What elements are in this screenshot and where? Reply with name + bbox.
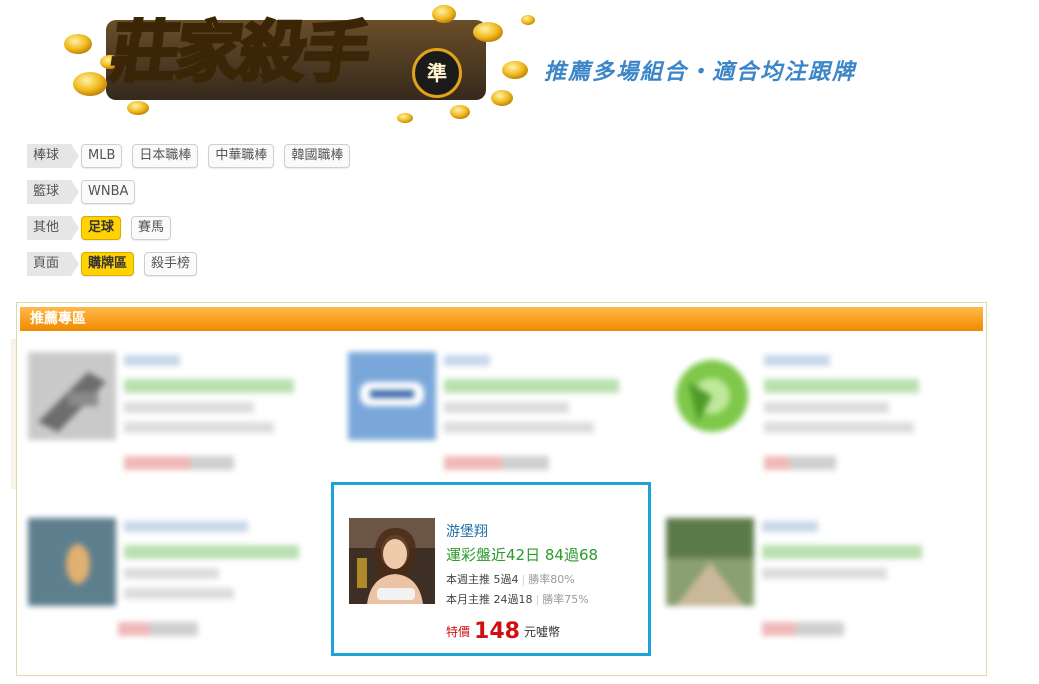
blurred-price	[762, 622, 844, 636]
filter-row-page: 頁面 購牌區 殺手榜	[27, 252, 360, 276]
monthly-stats: 本月主推 24過18 | 勝率75%	[446, 591, 589, 607]
stat-divider: |	[535, 593, 540, 606]
blurred-tipster-card[interactable]	[668, 352, 968, 502]
blurred-week	[762, 568, 887, 579]
filter-category-label: 其他	[27, 216, 80, 240]
blurred-record	[124, 379, 294, 393]
filter-category-label: 頁面	[27, 252, 80, 276]
blurred-record	[124, 545, 299, 559]
blurred-tipster-card[interactable]	[666, 518, 966, 668]
monthly-win-rate: 勝率75%	[542, 593, 589, 606]
price-value: 148	[474, 619, 520, 644]
site-logo[interactable]: 莊家殺手 準	[60, 0, 540, 126]
price-unit: 元噓幣	[523, 625, 560, 639]
filter-option-soccer[interactable]: 足球	[81, 216, 122, 240]
blurred-price	[444, 456, 549, 470]
recommend-title: 推薦專區	[30, 311, 86, 327]
price-label: 特價	[446, 625, 471, 639]
filter-category-label: 籃球	[27, 180, 80, 204]
blurred-tipster-card[interactable]	[28, 352, 328, 502]
tipster-avatar	[28, 352, 116, 440]
recommend-header-bar: 推薦專區	[20, 307, 983, 331]
blurred-month	[124, 588, 234, 599]
blurred-name	[762, 521, 818, 532]
featured-tipster-card[interactable]: 游堡翔 運彩盤近42日 84過68 本週主推 5過4 | 勝率80% 本月主推 24…	[331, 482, 651, 656]
blurred-week	[764, 402, 889, 413]
blurred-week	[124, 402, 254, 413]
tipster-avatar	[348, 352, 436, 440]
section-edge-decoration	[11, 339, 16, 489]
weekly-win-rate: 勝率80%	[528, 573, 575, 586]
blurred-record	[444, 379, 619, 393]
filter-option-mlb[interactable]: MLB	[81, 144, 123, 168]
tipster-avatar	[666, 518, 754, 606]
tipster-avatar	[28, 518, 116, 606]
blurred-month	[764, 422, 914, 433]
filter-row-basketball: 籃球 WNBA	[27, 180, 360, 204]
price-row[interactable]: 特價 148 元噓幣	[446, 619, 560, 644]
blurred-month	[124, 422, 274, 433]
blurred-tipster-card[interactable]	[348, 352, 648, 502]
filter-category-label: 棒球	[27, 144, 80, 168]
blurred-name	[124, 521, 248, 532]
filter-panel: 棒球 MLB 日本職棒 中華職棒 韓國職棒 籃球 WNBA 其他 足球 賽馬 頁…	[27, 144, 360, 288]
blurred-week	[444, 402, 569, 413]
blurred-month	[444, 422, 594, 433]
filter-option-cpbl[interactable]: 中華職棒	[208, 144, 275, 168]
tipster-avatar	[668, 352, 756, 440]
blurred-tipster-card[interactable]	[28, 518, 328, 668]
weekly-record: 本週主推 5過4	[446, 573, 519, 586]
filter-option-wnba[interactable]: WNBA	[81, 180, 136, 204]
filter-option-kbo[interactable]: 韓國職棒	[284, 144, 351, 168]
blurred-record	[764, 379, 919, 393]
blurred-name	[124, 355, 180, 366]
blurred-name	[764, 355, 830, 366]
tipster-avatar	[349, 518, 435, 604]
filter-row-other: 其他 足球 賽馬	[27, 216, 360, 240]
blurred-price	[124, 456, 234, 470]
blurred-price	[764, 456, 836, 470]
filter-option-horse-racing[interactable]: 賽馬	[131, 216, 172, 240]
logo-title: 莊家殺手	[105, 12, 375, 93]
blurred-record	[762, 545, 922, 559]
filter-row-baseball: 棒球 MLB 日本職棒 中華職棒 韓國職棒	[27, 144, 360, 168]
monthly-record: 本月主推 24過18	[446, 593, 533, 606]
header-slogan: 推薦多場組合・適合均注跟牌	[544, 60, 857, 85]
weekly-stats: 本週主推 5過4 | 勝率80%	[446, 571, 575, 587]
blurred-name	[444, 355, 490, 366]
stat-divider: |	[521, 573, 526, 586]
filter-option-purchase-area[interactable]: 購牌區	[81, 252, 135, 276]
logo-badge: 準	[412, 48, 462, 98]
tipster-record: 運彩盤近42日 84過68	[446, 546, 599, 564]
blurred-week	[124, 568, 219, 579]
tipster-name[interactable]: 游堡翔	[446, 521, 488, 541]
blurred-price	[118, 622, 198, 636]
filter-option-npb[interactable]: 日本職棒	[132, 144, 199, 168]
filter-option-killer-ranking[interactable]: 殺手榜	[144, 252, 198, 276]
